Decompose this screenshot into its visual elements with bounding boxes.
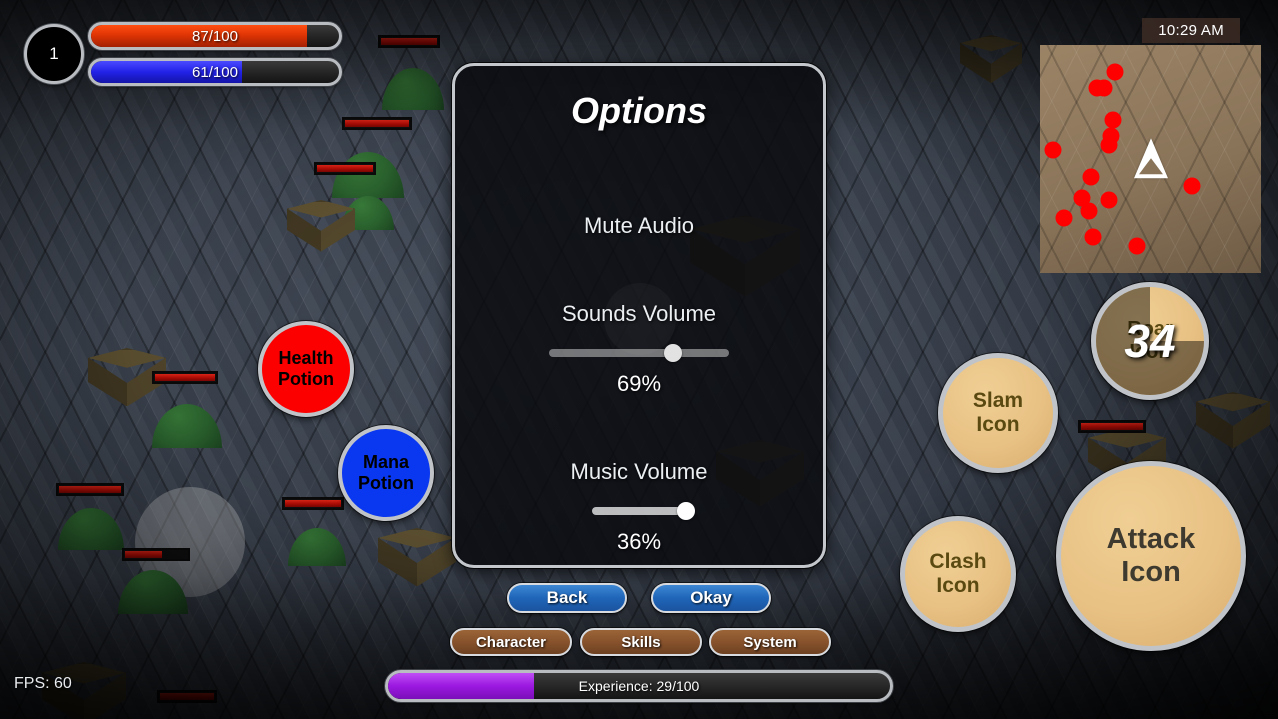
minimap-enemy-blip xyxy=(1100,191,1117,209)
enemy-health-bar xyxy=(157,690,217,703)
minimap-enemy-blip xyxy=(1095,79,1113,97)
health-bar-label: 87/100 xyxy=(192,27,238,45)
option-row-music-volume: Music Volume 36% xyxy=(455,459,823,555)
attack-skill-label: Attack Icon xyxy=(1106,522,1196,588)
player-level-orb: 1 xyxy=(24,24,84,84)
mana-potion-button[interactable]: Mana Potion xyxy=(338,425,434,521)
minimap-enemy-blip xyxy=(1080,202,1098,220)
options-dialog: Options Mute Audio Sounds Volume 69% Mus… xyxy=(452,63,826,568)
enemy-health-bar xyxy=(378,35,440,48)
crate-prop xyxy=(378,528,456,596)
slam-skill-button[interactable]: Slam Icon xyxy=(938,353,1058,473)
mana-bar-label: 61/100 xyxy=(192,63,238,81)
tab-skills[interactable]: Skills xyxy=(580,628,702,656)
option-label-music-volume: Music Volume xyxy=(570,459,708,484)
roar-cooldown-value: 34 xyxy=(1124,314,1176,367)
health-bar: 87/100 xyxy=(88,22,342,50)
option-label-mute-audio: Mute Audio xyxy=(583,213,695,238)
sounds-volume-value: 69% xyxy=(616,371,662,396)
roar-skill-button[interactable]: Roar Icon 34 xyxy=(1091,282,1209,400)
back-button[interactable]: Back xyxy=(507,583,627,613)
tab-system[interactable]: System xyxy=(709,628,831,656)
minimap-enemy-blip xyxy=(1106,63,1124,81)
enemy-health-bar xyxy=(1078,420,1146,433)
clash-skill-button[interactable]: Clash Icon xyxy=(900,516,1016,632)
tab-character[interactable]: Character xyxy=(450,628,572,656)
minimap-enemy-blip xyxy=(1183,177,1201,195)
minimap-enemy-blip xyxy=(1044,141,1062,159)
attack-skill-button[interactable]: Attack Icon xyxy=(1056,461,1246,651)
game-screen: 1 87/100 61/100 10:29 AM Options Mute Au… xyxy=(0,0,1278,719)
minimap-enemy-blip xyxy=(1055,209,1073,227)
clash-skill-label: Clash Icon xyxy=(929,549,987,597)
sounds-volume-slider-thumb[interactable] xyxy=(664,344,683,362)
slam-skill-label: Slam Icon xyxy=(972,388,1024,436)
okay-button[interactable]: Okay xyxy=(651,583,771,613)
music-volume-value: 36% xyxy=(616,529,662,554)
enemy-health-bar xyxy=(122,548,190,561)
enemy-health-bar xyxy=(56,483,124,496)
option-row-sounds-volume: Sounds Volume 69% xyxy=(455,301,823,397)
enemy-health-bar xyxy=(342,117,412,130)
experience-bar: Experience: 29/100 xyxy=(385,670,893,702)
crate-prop xyxy=(1196,392,1270,458)
minimap-enemy-blip xyxy=(1104,111,1122,129)
health-potion-button[interactable]: Health Potion xyxy=(258,321,354,417)
game-clock: 10:29 AM xyxy=(1142,18,1240,43)
mana-potion-label: Mana Potion xyxy=(358,452,414,493)
minimap-enemy-blip xyxy=(1100,136,1117,154)
enemy-health-bar xyxy=(152,371,218,384)
option-label-sounds-volume: Sounds Volume xyxy=(561,301,717,326)
crate-prop xyxy=(287,200,355,260)
crate-prop xyxy=(960,35,1022,91)
experience-bar-label: Experience: 29/100 xyxy=(578,678,700,694)
dialog-title: Options xyxy=(571,90,707,131)
music-volume-slider-thumb[interactable] xyxy=(677,502,695,520)
minimap-enemy-blip xyxy=(1128,237,1146,255)
minimap[interactable] xyxy=(1040,45,1261,273)
minimap-enemy-blip xyxy=(1082,168,1100,186)
minimap-enemy-blip xyxy=(1084,228,1102,246)
minimap-player-arrow-icon xyxy=(1133,138,1168,179)
mana-bar: 61/100 xyxy=(88,58,342,86)
option-row-mute-audio[interactable]: Mute Audio xyxy=(455,213,823,239)
music-volume-slider[interactable] xyxy=(592,502,695,520)
enemy-health-bar xyxy=(314,162,376,175)
sounds-volume-slider[interactable] xyxy=(549,344,729,362)
enemy-health-bar xyxy=(282,497,344,510)
fps-counter: FPS: 60 xyxy=(14,675,72,692)
health-potion-label: Health Potion xyxy=(278,348,334,389)
player-level-value: 1 xyxy=(49,44,59,63)
